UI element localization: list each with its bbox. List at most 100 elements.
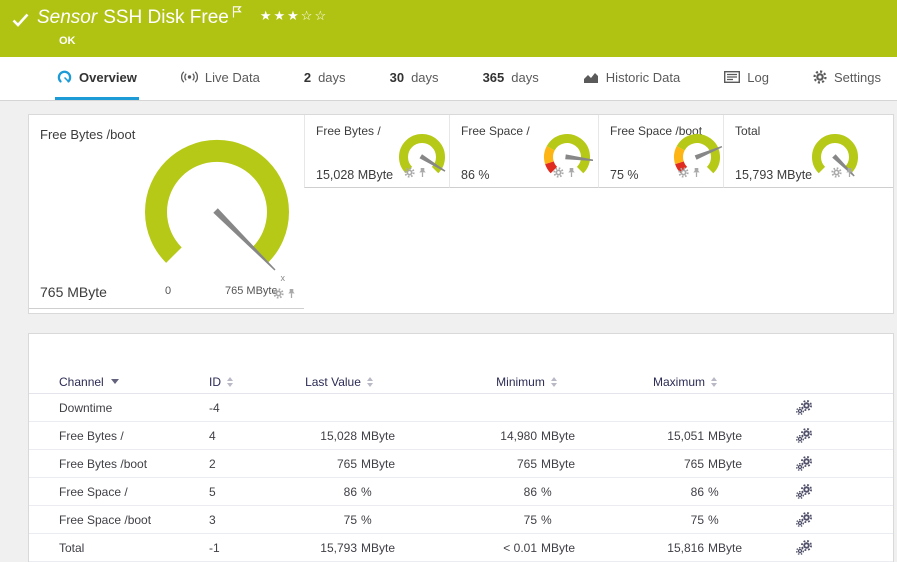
column-header-label: Last Value bbox=[305, 374, 361, 389]
tile-pin-icon[interactable] bbox=[845, 165, 854, 183]
prtg-sensor-page: Sensor SSH Disk Free ★★★☆☆ OK Overview Li… bbox=[0, 0, 897, 562]
mini-gauge-title: Free Bytes / bbox=[316, 124, 381, 138]
channel-name-cell: Free Space / bbox=[59, 484, 128, 499]
table-row-free-space: Free Space /5 86% 86% 86% bbox=[29, 478, 893, 506]
tab-label: Live Data bbox=[204, 69, 260, 85]
minimum-cell: 765 MByte bbox=[409, 457, 589, 471]
sort-both-icon bbox=[366, 376, 373, 387]
tile-pin-icon[interactable] bbox=[567, 165, 576, 183]
last-value-unit: MByte bbox=[361, 456, 396, 471]
tab-label: Historic Data bbox=[605, 69, 681, 85]
maximum-number: 86 bbox=[690, 484, 704, 499]
status-badge: OK bbox=[59, 35, 76, 47]
tile-gear-icon[interactable] bbox=[678, 165, 689, 183]
tab-overview[interactable]: Overview bbox=[55, 57, 139, 100]
edit-channel-gears-icon[interactable] bbox=[796, 512, 893, 527]
tab-2-days[interactable]: 2 days bbox=[302, 57, 348, 100]
main-gauge-scale-min: 0 bbox=[165, 285, 172, 297]
edit-channel-gears-icon[interactable] bbox=[796, 456, 893, 471]
row-actions-cell bbox=[756, 428, 893, 443]
minimum-number: < 0.01 bbox=[503, 540, 537, 555]
tab-live-data[interactable]: Live Data bbox=[179, 57, 262, 100]
edit-channel-gears-icon[interactable] bbox=[796, 428, 893, 443]
svg-text:x: x bbox=[281, 273, 286, 283]
minimum-unit: MByte bbox=[541, 540, 576, 555]
main-gauge-scale-max: 765 MByte bbox=[225, 285, 278, 297]
maximum-unit: % bbox=[708, 512, 719, 527]
table-row-free-space-boot: Free Space /boot 3 75% 75% 75% bbox=[29, 506, 893, 534]
tile-gear-icon[interactable] bbox=[273, 286, 284, 304]
column-header-last-value[interactable]: Last Value bbox=[269, 375, 409, 389]
last-value-number: 765 bbox=[336, 456, 357, 471]
mini-gauge-tile-free-space[interactable]: Free Space / 86 % bbox=[449, 115, 598, 188]
edit-channel-gears-icon[interactable] bbox=[796, 400, 893, 415]
column-header-id[interactable]: ID bbox=[209, 375, 269, 389]
tab-label: Log bbox=[747, 69, 769, 85]
mini-gauge-tile-total[interactable]: Total 15,793 MByte bbox=[723, 115, 893, 188]
channel-table-body: Downtime -4 Free Bytes /4 15,028 MByte 14,980… bbox=[29, 394, 893, 562]
minimum-cell: < 0.01 MByte bbox=[409, 541, 589, 555]
sort-down-arrow bbox=[550, 382, 557, 387]
column-header-label: Channel bbox=[59, 374, 104, 389]
channel-name-cell: Total bbox=[59, 540, 85, 555]
tab-365-days[interactable]: 365 days bbox=[481, 57, 541, 100]
column-header-maximum[interactable]: Maximum bbox=[589, 375, 756, 389]
last-value-number: 86 bbox=[343, 484, 357, 499]
tab-settings[interactable]: Settings bbox=[811, 57, 883, 100]
column-header-label: ID bbox=[209, 374, 221, 389]
maximum-unit: % bbox=[708, 484, 719, 499]
minimum-unit: % bbox=[541, 484, 552, 499]
maximum-cell: 765 MByte bbox=[589, 457, 756, 471]
mini-gauge-tile-free-bytes[interactable]: Free Bytes / 15,028 MByte bbox=[304, 115, 449, 188]
tile-gear-icon[interactable] bbox=[404, 165, 415, 183]
last-value-cell: 15,793 MByte bbox=[269, 541, 409, 555]
column-header-label: Maximum bbox=[652, 374, 705, 389]
mini-gauge-title: Total bbox=[735, 124, 761, 138]
sort-down-arrow bbox=[366, 382, 373, 387]
sensor-kind-label: Sensor bbox=[37, 7, 98, 28]
mini-gauge-value: 15,028 MByte bbox=[316, 168, 394, 182]
channel-id-cell: -1 bbox=[209, 540, 220, 555]
tile-pin-icon[interactable] bbox=[692, 165, 701, 183]
last-value-unit: MByte bbox=[361, 428, 396, 443]
tile-pin-icon[interactable] bbox=[418, 165, 427, 183]
edit-channel-gears-icon[interactable] bbox=[796, 484, 893, 499]
tile-gear-icon[interactable] bbox=[553, 165, 564, 183]
table-row-total: Total -1 15,793 MByte < 0.01 MByte 15,816 MByte bbox=[29, 534, 893, 562]
mini-gauge-tile-free-space-boot[interactable]: Free Space /boot 75 % bbox=[598, 115, 723, 188]
sort-both-icon bbox=[227, 376, 233, 387]
channel-table-header: Channel ID Last Value Minimum Maximum bbox=[29, 370, 893, 394]
maximum-unit: MByte bbox=[708, 456, 743, 471]
mini-gauge-title: Free Space / bbox=[461, 124, 530, 138]
table-row-free-bytes: Free Bytes /4 15,028 MByte 14,980 MByte 15,05… bbox=[29, 422, 893, 450]
last-value-unit: % bbox=[361, 512, 372, 527]
tab-30-days[interactable]: 30 days bbox=[388, 57, 441, 100]
channel-table-panel: Channel ID Last Value Minimum Maximum Downti… bbox=[28, 333, 894, 562]
priority-stars[interactable]: ★★★☆☆ bbox=[260, 8, 328, 24]
maximum-cell: 86% bbox=[589, 485, 756, 499]
edit-channel-gears-icon[interactable] bbox=[796, 540, 893, 555]
mini-gauge-value: 15,793 MByte bbox=[735, 168, 813, 182]
minimum-cell: 86% bbox=[409, 485, 589, 499]
tab-log[interactable]: Log bbox=[722, 57, 771, 100]
column-header-minimum[interactable]: Minimum bbox=[409, 375, 589, 389]
tab-label: days bbox=[511, 69, 539, 85]
channel-id-cell: 4 bbox=[209, 428, 216, 443]
row-actions-cell bbox=[756, 512, 893, 527]
last-value-number: 15,028 bbox=[320, 428, 357, 443]
tab-label: Overview bbox=[79, 69, 137, 85]
main-gauge-tile[interactable]: Free Bytes /boot x 765 MByte 0 765 MByte bbox=[29, 115, 304, 309]
sort-both-icon bbox=[711, 376, 717, 387]
tile-gear-icon[interactable] bbox=[831, 165, 842, 183]
status-ok-check-icon bbox=[12, 13, 29, 32]
column-header-channel[interactable]: Channel bbox=[59, 375, 209, 389]
tab-label: Settings bbox=[834, 69, 881, 85]
tile-pin-icon[interactable] bbox=[287, 286, 296, 304]
maximum-number: 75 bbox=[690, 512, 704, 527]
tab-historic-data[interactable]: Historic Data bbox=[581, 57, 682, 100]
maximum-number: 15,816 bbox=[667, 540, 704, 555]
channel-name-cell: Free Space /boot bbox=[59, 512, 152, 527]
tab-label: days bbox=[411, 69, 439, 85]
last-value-cell: 765 MByte bbox=[269, 457, 409, 471]
maximum-cell: 75% bbox=[589, 513, 756, 527]
